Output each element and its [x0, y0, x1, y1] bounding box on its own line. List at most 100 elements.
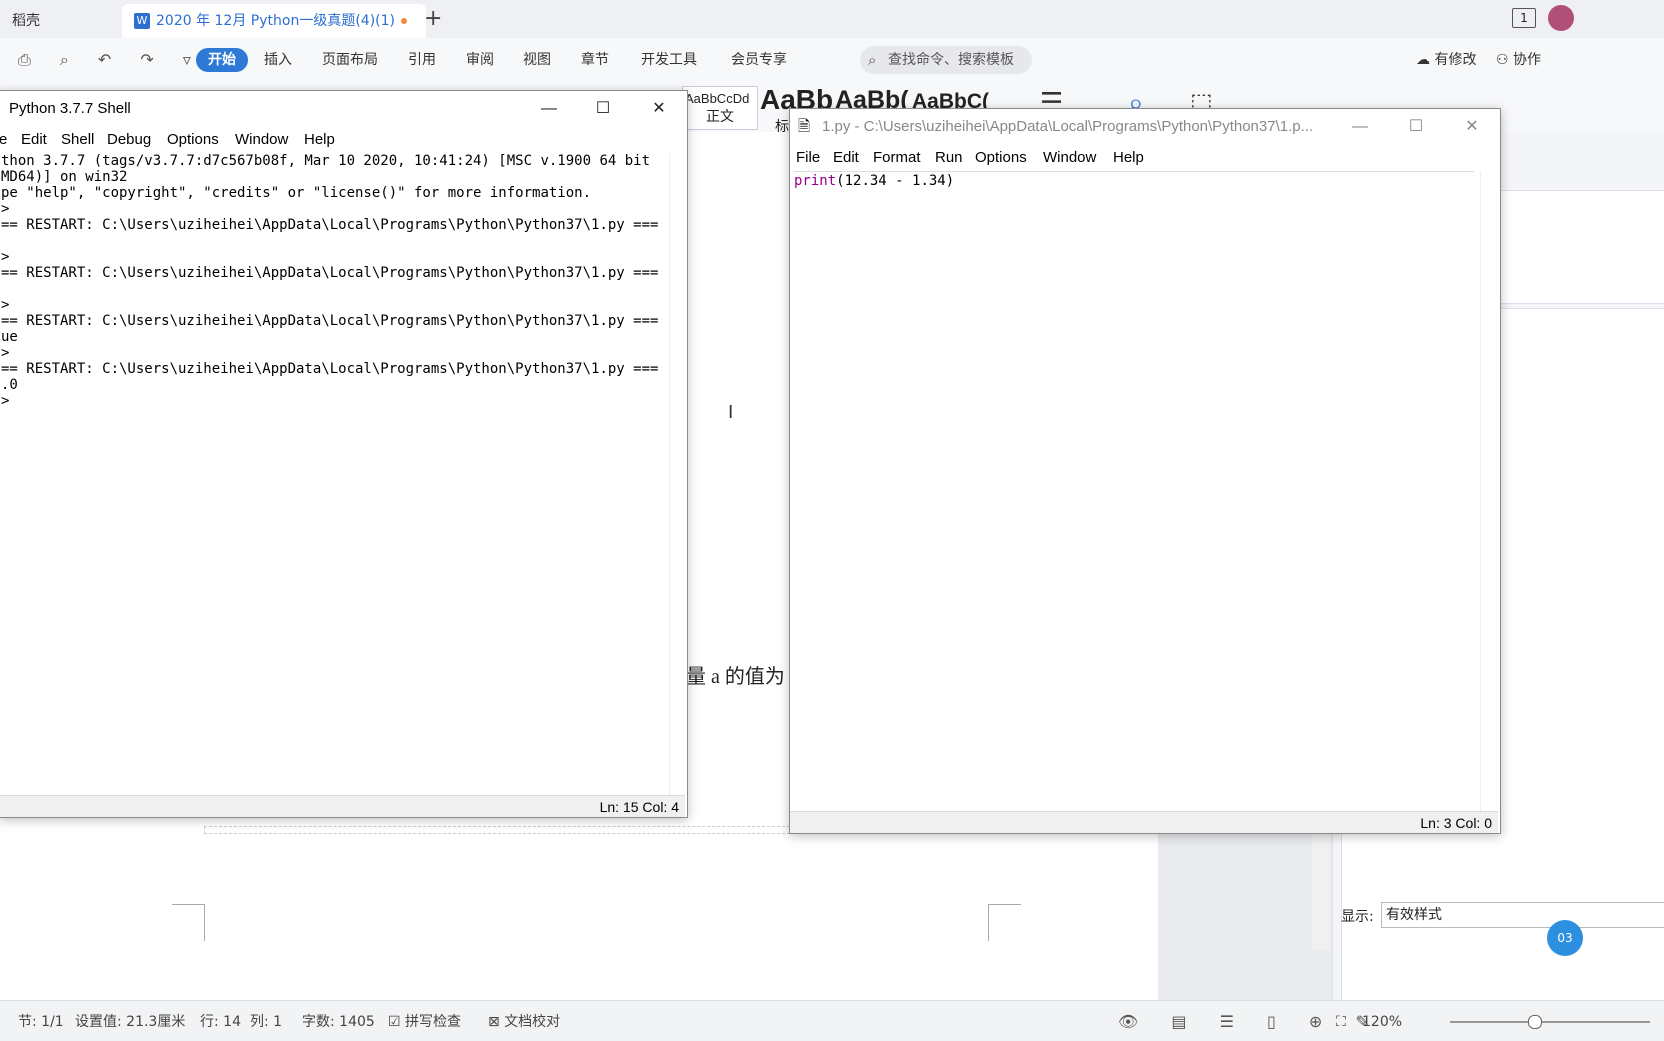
text-cursor-icon: I: [728, 402, 734, 423]
shell-line: >: [1, 345, 10, 361]
wps-writer-icon: W: [134, 13, 150, 29]
status-section: 节: 1/1: [18, 1014, 64, 1030]
editor-window: 🗎 1.py - C:\Users\uziheihei\AppData\Loca…: [789, 108, 1501, 834]
unsaved-dot-icon: [400, 18, 407, 24]
menu-file[interactable]: e: [0, 127, 7, 153]
avatar[interactable]: [1548, 5, 1574, 31]
wps-status-bar: 节: 1/1 设置值: 21.3厘米 行: 14 列: 1 字数: 1405 ☑…: [0, 1000, 1664, 1041]
menu-debug[interactable]: Debug: [107, 127, 151, 153]
cloud-icon: ☁: [1416, 52, 1435, 68]
shell-titlebar[interactable]: Python 3.7.7 Shell — ☐ ✕: [0, 91, 687, 127]
shell-line: == RESTART: C:\Users\uziheihei\AppData\L…: [1, 361, 659, 377]
show-select[interactable]: 有效样式: [1381, 902, 1664, 928]
menu-options[interactable]: Options: [167, 127, 219, 153]
code-args: (12.34 - 1.34): [836, 173, 955, 189]
menu-run[interactable]: Run: [935, 145, 963, 171]
menu-review[interactable]: 审阅: [466, 48, 494, 72]
zoom-slider[interactable]: [1450, 1021, 1650, 1023]
shell-title: Python 3.7.7 Shell: [9, 100, 131, 117]
clock-badge[interactable]: 03: [1547, 920, 1583, 956]
zoom-slider-thumb[interactable]: [1528, 1015, 1542, 1029]
new-tab-button[interactable]: +: [424, 6, 442, 31]
wps-menu-bar: ⎙ ⌕ ↶ ↷ ▿ 开始 插入 页面布局 引用 审阅 视图 章节 开发工具 会员…: [0, 38, 1664, 82]
menu-references[interactable]: 引用: [408, 48, 436, 72]
style-name: 正文: [706, 108, 734, 124]
tab-label: 稻壳: [12, 13, 40, 29]
maximize-icon[interactable]: ☐: [583, 91, 623, 127]
search-placeholder: 查找命令、搜索模板: [888, 52, 1014, 68]
menu-insert[interactable]: 插入: [264, 48, 292, 72]
proof-icon: ⊠: [488, 1014, 500, 1030]
menu-edit[interactable]: Edit: [21, 127, 47, 153]
status-col: 列: 1: [250, 1014, 283, 1030]
page-indicator[interactable]: 1: [1512, 8, 1536, 28]
page-corner-mark: [988, 904, 1021, 941]
modified-indicator[interactable]: ☁ 有修改: [1416, 48, 1476, 72]
status-setting: 设置值: 21.3厘米: [75, 1014, 186, 1030]
menu-file[interactable]: File: [796, 145, 820, 171]
check-icon: ☑: [388, 1014, 401, 1030]
menu-window[interactable]: Window: [1043, 145, 1096, 171]
editor-status: Ln: 3 Col: 0: [790, 811, 1498, 833]
menu-section[interactable]: 章节: [581, 48, 609, 72]
quick-access-icons[interactable]: ⎙ ⌕ ↶ ↷ ▿: [18, 50, 203, 70]
shell-line: MD64)] on win32: [1, 169, 128, 185]
shell-line: ue: [1, 329, 18, 345]
close-icon[interactable]: ✕: [639, 91, 679, 127]
style-normal[interactable]: AaBbCcDd 正文: [682, 86, 758, 130]
maximize-icon[interactable]: ☐: [1396, 109, 1436, 145]
user-icon: ⚇: [1496, 52, 1514, 68]
table-border: [204, 826, 790, 834]
code-keyword: print: [794, 173, 837, 189]
menu-developer[interactable]: 开发工具: [641, 48, 697, 72]
status-row: 行: 14: [200, 1014, 241, 1030]
shell-line: >: [1, 393, 10, 409]
menu-help[interactable]: Help: [304, 127, 335, 153]
shell-line: >: [1, 249, 10, 265]
shell-line: == RESTART: C:\Users\uziheihei\AppData\L…: [1, 265, 659, 281]
fit-page-icon[interactable]: ⛶: [1336, 1012, 1346, 1032]
menu-shell[interactable]: Shell: [61, 127, 94, 153]
shell-line: thon 3.7.7 (tags/v3.7.7:d7c567b08f, Mar …: [1, 153, 651, 169]
proofread-button[interactable]: ⊠ 文档校对: [488, 1012, 560, 1032]
editor-scrollbar[interactable]: [1480, 171, 1497, 811]
close-icon[interactable]: ✕: [1452, 109, 1492, 145]
wps-tab-bar: 稻壳 W 2020 年 12月 Python一级真题(4)(1) + 1: [0, 0, 1664, 39]
status-words[interactable]: 字数: 1405: [302, 1012, 375, 1032]
minimize-icon[interactable]: —: [1340, 109, 1380, 145]
command-search[interactable]: ⌕ 查找命令、搜索模板: [860, 46, 1032, 74]
style-preview: AaBbCcDd: [685, 91, 750, 106]
menu-layout[interactable]: 页面布局: [322, 48, 378, 72]
menu-format[interactable]: Format: [873, 145, 921, 171]
python-file-icon: 🗎: [798, 118, 811, 135]
shell-scrollbar[interactable]: [669, 153, 686, 795]
tab-daoke[interactable]: 稻壳: [0, 4, 52, 38]
show-label: 显示:: [1341, 909, 1374, 925]
menu-view[interactable]: 视图: [523, 48, 551, 72]
collab-label: 协作: [1513, 52, 1542, 68]
shell-line: >: [1, 297, 10, 313]
collab-button[interactable]: ⚇ 协作: [1496, 48, 1541, 72]
minimize-icon[interactable]: —: [529, 91, 569, 127]
shell-output[interactable]: thon 3.7.7 (tags/v3.7.7:d7c567b08f, Mar …: [1, 153, 667, 793]
menu-window[interactable]: Window: [235, 127, 288, 153]
shell-status: Ln: 15 Col: 4: [0, 795, 685, 817]
editor-title: 1.py - C:\Users\uziheihei\AppData\Local\…: [822, 118, 1314, 135]
menu-member[interactable]: 会员专享: [731, 48, 787, 72]
shell-line: >: [1, 201, 10, 217]
editor-titlebar[interactable]: 🗎 1.py - C:\Users\uziheihei\AppData\Loca…: [790, 109, 1500, 145]
spell-label: 拼写检查: [405, 1014, 462, 1030]
code-editor[interactable]: print(12.34 - 1.34): [794, 171, 1474, 809]
spell-check-button[interactable]: ☑ 拼写检查: [388, 1012, 461, 1032]
tab-document[interactable]: W 2020 年 12月 Python一级真题(4)(1): [122, 4, 426, 38]
menu-edit[interactable]: Edit: [833, 145, 859, 171]
menu-help[interactable]: Help: [1113, 145, 1144, 171]
zoom-level[interactable]: 120%: [1362, 1012, 1402, 1032]
menu-options[interactable]: Options: [975, 145, 1027, 171]
shell-line: == RESTART: C:\Users\uziheihei\AppData\L…: [1, 217, 659, 233]
document-fragment: 量 a 的值为: [686, 666, 785, 688]
menu-start[interactable]: 开始: [196, 48, 248, 72]
page-corner-mark: [172, 904, 205, 941]
